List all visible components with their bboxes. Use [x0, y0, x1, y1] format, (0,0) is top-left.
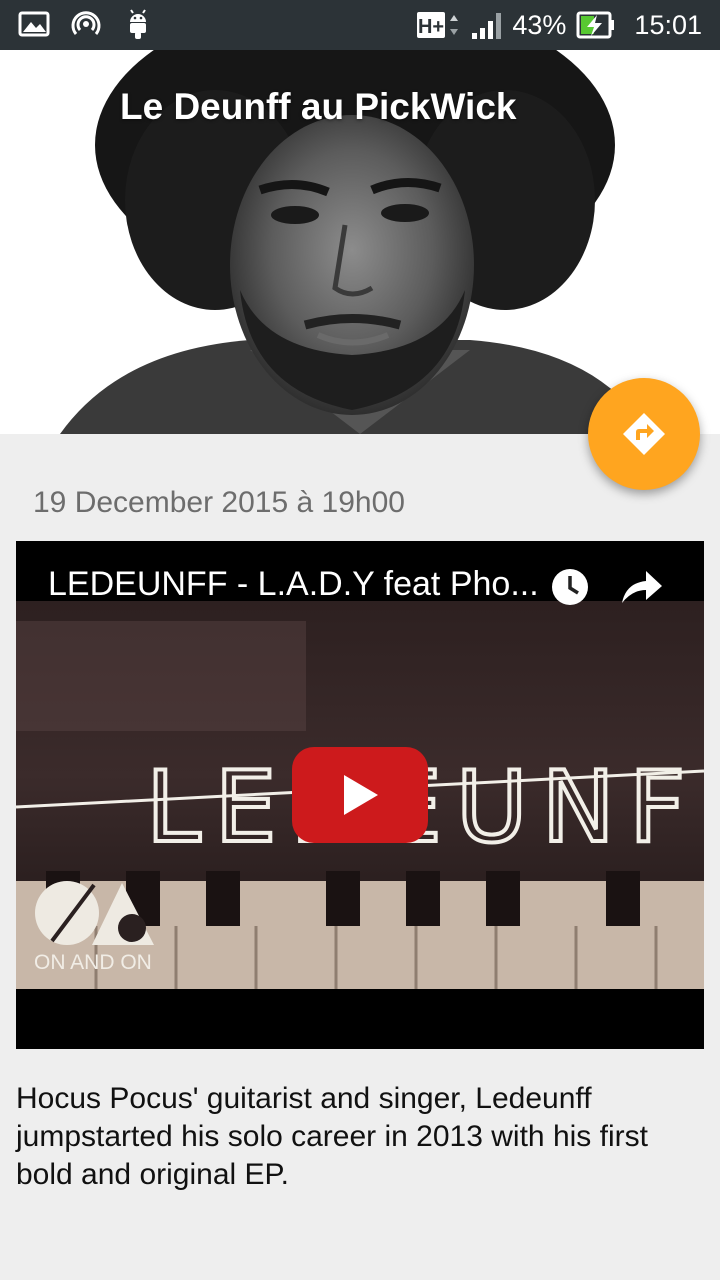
hero-image: Le Deunff au PickWick	[0, 50, 720, 434]
event-description: Hocus Pocus' guitarist and singer, Ledeu…	[16, 1082, 648, 1191]
clock-time: 15:01	[634, 10, 702, 40]
battery-percent: 43%	[512, 10, 567, 40]
network-type-label: H+	[418, 16, 444, 38]
play-button[interactable]	[292, 747, 428, 843]
share-icon[interactable]	[620, 567, 664, 607]
directions-icon	[623, 413, 665, 455]
channel-name: ON AND ON	[34, 951, 152, 974]
android-icon	[122, 8, 154, 40]
play-icon	[344, 775, 378, 815]
event-date: 19 December 2015 à 19h00	[33, 486, 405, 519]
image-icon	[18, 8, 50, 40]
status-bar: H+ 43% 15:01	[0, 0, 720, 50]
channel-logo-icon	[35, 881, 154, 945]
battery-charging-icon	[576, 9, 616, 41]
watch-later-icon[interactable]	[550, 567, 590, 607]
video-player[interactable]: LEDEUNFF LEDEUNFF - L.A.D.Y feat Pho... …	[16, 541, 704, 1049]
video-title[interactable]: LEDEUNFF - L.A.D.Y feat Pho...	[48, 565, 539, 604]
directions-button[interactable]	[588, 378, 700, 490]
signal-icon	[470, 9, 502, 41]
network-type-icon: H+	[416, 9, 460, 41]
hotspot-icon	[70, 8, 102, 40]
page-title: Le Deunff au PickWick	[120, 86, 517, 127]
